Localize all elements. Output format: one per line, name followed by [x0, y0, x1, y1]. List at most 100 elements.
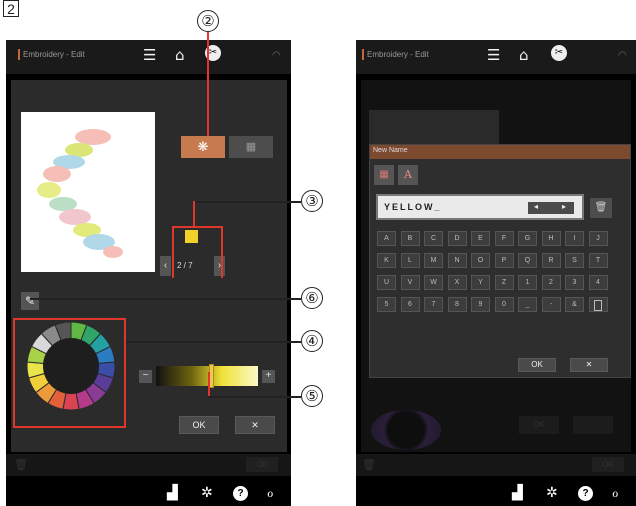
key-e[interactable]: E	[471, 231, 490, 246]
callout-4-leader	[126, 341, 301, 343]
callout-2-leader	[207, 32, 209, 136]
key-symbol[interactable]: -	[541, 297, 561, 312]
cursor-left-icon[interactable]: ◂	[534, 202, 538, 211]
wrench-icon[interactable]: ℴ	[267, 484, 273, 501]
key-u[interactable]: U	[377, 275, 396, 290]
key-o[interactable]: O	[471, 253, 490, 268]
keyboard: A B C D E F G H I J K L M N O P Q R S T U V W X Y Z 1 2 3 4 5 6 7 8 9 0 _ - &	[377, 231, 617, 341]
key-j[interactable]: J	[588, 231, 608, 246]
embroidery-mode-icon[interactable]: ✂	[551, 45, 567, 61]
embroidery-preview	[21, 112, 155, 272]
thread-spool-icon[interactable]: ▟	[512, 484, 523, 501]
key-f[interactable]: F	[494, 231, 514, 246]
menu-icon[interactable]: ☰	[487, 46, 500, 64]
key-1[interactable]: 1	[518, 275, 537, 290]
key-v[interactable]: V	[400, 275, 420, 290]
dimmed-cancel-button	[573, 416, 613, 434]
callout-4: ④	[301, 330, 323, 352]
key-b[interactable]: B	[400, 231, 420, 246]
name-value: YELLOW_	[384, 202, 442, 212]
key-w[interactable]: W	[424, 275, 443, 290]
key-x[interactable]: X	[447, 275, 467, 290]
help-icon[interactable]: ?	[233, 486, 248, 501]
key-i[interactable]: I	[565, 231, 584, 246]
key-s[interactable]: S	[565, 253, 584, 268]
key-y[interactable]: Y	[471, 275, 490, 290]
wrench-icon[interactable]: ℴ	[612, 484, 618, 501]
brightness-plus-button[interactable]: +	[262, 370, 275, 383]
callout-4-frame	[13, 318, 126, 428]
trash-icon[interactable]: 🗑	[590, 198, 612, 218]
key-8[interactable]: 8	[447, 297, 467, 312]
stitch-view-toggle[interactable]: ❋	[181, 136, 225, 158]
menu-icon[interactable]: ☰	[143, 46, 156, 64]
prev-color-button[interactable]: ‹	[160, 256, 171, 276]
home-icon[interactable]: ⌂	[175, 46, 185, 64]
pencil-icon[interactable]: ✎	[21, 292, 39, 310]
key-6[interactable]: 6	[400, 297, 420, 312]
key-symbol[interactable]: _	[518, 297, 537, 312]
wifi-icon: ◠	[272, 50, 281, 61]
ok-button[interactable]: OK	[518, 358, 556, 372]
cursor-arrows[interactable]: ◂ ▸	[528, 202, 574, 214]
key-a[interactable]: A	[377, 231, 396, 246]
key-p[interactable]: P	[494, 253, 514, 268]
status-bar: Embroidery - Edit ☰ ⌂ ✂ ◠	[6, 40, 291, 74]
wifi-icon: ◠	[618, 50, 627, 61]
key-r[interactable]: R	[541, 253, 561, 268]
callout-3-bracket-stem	[193, 201, 195, 226]
key-d[interactable]: D	[447, 231, 467, 246]
key-5[interactable]: 5	[377, 297, 396, 312]
key-0[interactable]: 0	[494, 297, 514, 312]
background-toolbar: 🗑 OK	[6, 454, 291, 476]
key-7[interactable]: 7	[424, 297, 443, 312]
ok-button[interactable]: OK	[179, 416, 219, 434]
cancel-button[interactable]: ✕	[570, 358, 608, 372]
callout-3-bracket-right	[221, 226, 223, 278]
thread-spool-icon[interactable]: ▟	[167, 484, 178, 501]
key-3[interactable]: 3	[565, 275, 584, 290]
next-color-button[interactable]: ›	[214, 256, 225, 276]
key-2[interactable]: 2	[541, 275, 561, 290]
key-g[interactable]: G	[518, 231, 537, 246]
key-t[interactable]: T	[588, 253, 608, 268]
key-q[interactable]: Q	[518, 253, 537, 268]
gear-icon[interactable]: ✲	[201, 484, 213, 501]
key-c[interactable]: C	[424, 231, 443, 246]
brightness-slider[interactable]	[156, 364, 258, 388]
gear-icon[interactable]: ✲	[546, 484, 558, 501]
key-m[interactable]: M	[424, 253, 443, 268]
cursor-right-icon[interactable]: ▸	[562, 202, 566, 211]
key-l[interactable]: L	[400, 253, 420, 268]
callout-6: ⑥	[301, 287, 323, 309]
home-icon[interactable]: ⌂	[519, 46, 529, 64]
callout-3: ③	[301, 190, 323, 212]
key-n[interactable]: N	[447, 253, 467, 268]
key-9[interactable]: 9	[471, 297, 490, 312]
dimmed-color-wheel	[371, 410, 441, 450]
key-h[interactable]: H	[541, 231, 561, 246]
screen-title: Embroidery - Edit	[362, 49, 429, 60]
bottom-nav: ▟ ✲ ? ℴ	[506, 484, 636, 504]
trash-icon: 🗑	[14, 459, 28, 471]
font-grid-button[interactable]: ▦	[374, 165, 394, 185]
brightness-minus-button[interactable]: −	[139, 370, 152, 383]
cancel-button[interactable]: ✕	[235, 416, 275, 434]
space-key[interactable]	[588, 297, 608, 312]
name-input[interactable]: YELLOW_ ◂ ▸	[376, 194, 584, 220]
key-symbol[interactable]: &	[565, 297, 584, 312]
callout-2: ②	[197, 10, 219, 32]
screen-title: Embroidery - Edit	[18, 49, 85, 60]
grid-view-toggle[interactable]: ▦	[229, 136, 273, 158]
selected-color-swatch	[185, 230, 198, 243]
key-k[interactable]: K	[377, 253, 396, 268]
help-icon[interactable]: ?	[578, 486, 593, 501]
callout-3-bracket-left	[172, 226, 174, 278]
color-counter: 2 / 7	[177, 261, 193, 270]
font-style-button[interactable]: A	[398, 165, 418, 185]
dimmed-ok-button: OK	[519, 416, 559, 434]
callout-3-bracket-top	[172, 226, 223, 228]
key-z[interactable]: Z	[494, 275, 514, 290]
key-4[interactable]: 4	[588, 275, 608, 290]
background-ok-button: OK	[592, 457, 624, 472]
